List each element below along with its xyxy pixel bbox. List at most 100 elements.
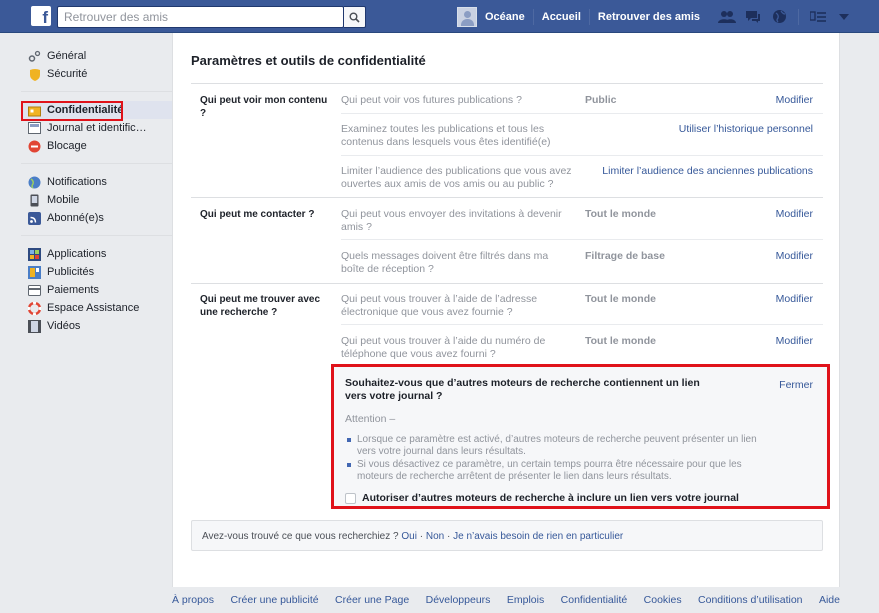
feedback-no-link[interactable]: Non xyxy=(426,531,444,542)
edit-future-posts-link[interactable]: Modifier xyxy=(776,94,813,106)
row-divider xyxy=(341,155,823,156)
divider xyxy=(191,283,823,284)
sidebar-item-label: Espace Assistance xyxy=(47,302,140,314)
setting-question: Quels messages doivent être filtrés dans… xyxy=(341,250,549,275)
setting-value: Public xyxy=(585,94,617,106)
sidebar-item-label: Publicités xyxy=(47,266,95,278)
activity-log-link[interactable]: Utiliser l’historique personnel xyxy=(679,123,813,135)
sidebar-item-timeline[interactable]: Journal et identific… xyxy=(21,119,172,137)
sidebar-item-security[interactable]: Sécurité xyxy=(21,65,172,83)
setting-question: Examinez toutes les publications et tous… xyxy=(341,123,551,148)
messages-icon[interactable] xyxy=(740,0,766,33)
sidebar-group-notifications: Notifications Mobile Abonné(e)s xyxy=(21,173,172,236)
limit-past-posts-link[interactable]: Limiter l’audience des anciennes publica… xyxy=(602,165,813,177)
edit-email-lookup-link[interactable]: Modifier xyxy=(776,293,813,305)
sidebar-item-mobile[interactable]: Mobile xyxy=(21,191,172,209)
nav-divider xyxy=(798,8,799,25)
sidebar-group-account: Général Sécurité xyxy=(21,47,172,92)
close-link[interactable]: Fermer xyxy=(779,379,813,391)
find-friends-link[interactable]: Retrouver des amis xyxy=(590,11,708,23)
separator: · xyxy=(419,531,424,542)
sidebar-item-support-inbox[interactable]: Espace Assistance xyxy=(21,299,172,317)
film-icon xyxy=(28,319,41,333)
account-menu-chevron-down-icon[interactable] xyxy=(831,0,857,33)
footer-link-create-ad[interactable]: Créer une publicité xyxy=(230,594,318,606)
footer-link-developers[interactable]: Développeurs xyxy=(426,594,491,606)
privacy-shortcuts-icon[interactable] xyxy=(805,0,831,33)
sidebar-item-followers[interactable]: Abonné(e)s xyxy=(21,209,172,227)
warning-list: Lorsque ce paramètre est activé, d’autre… xyxy=(345,434,765,484)
footer-links: À propos Créer une publicité Créer une P… xyxy=(172,594,840,606)
setting-question: Limiter l’audience des publications que … xyxy=(341,165,572,190)
active-item-highlight xyxy=(21,101,123,121)
setting-value: Tout le monde xyxy=(585,293,656,305)
home-link[interactable]: Accueil xyxy=(534,11,589,23)
friend-requests-icon[interactable] xyxy=(714,0,740,33)
profile-avatar[interactable] xyxy=(457,6,477,27)
feedback-yes-link[interactable]: Oui xyxy=(401,531,417,542)
divider xyxy=(191,197,823,198)
notifications-globe-icon[interactable] xyxy=(766,0,792,33)
feedback-bar: Avez-vous trouvé ce que vous recherchiez… xyxy=(191,520,823,551)
sidebar-item-label: Abonné(e)s xyxy=(47,212,104,224)
setting-value: Tout le monde xyxy=(585,335,656,347)
sidebar-item-label: Journal et identific… xyxy=(47,122,147,134)
edit-message-filtering-link[interactable]: Modifier xyxy=(776,250,813,262)
sidebar-item-notifications[interactable]: Notifications xyxy=(21,173,172,191)
sidebar-item-label: Général xyxy=(47,50,87,62)
feedback-nothing-link[interactable]: Je n’avais besoin de rien en particulier xyxy=(453,531,623,542)
footer-link-privacy[interactable]: Confidentialité xyxy=(561,594,628,606)
row-divider xyxy=(341,113,823,114)
footer-link-create-page[interactable]: Créer une Page xyxy=(335,594,409,606)
sidebar-item-videos[interactable]: Vidéos xyxy=(21,317,172,335)
list-item: Si vous désactivez ce paramètre, un cert… xyxy=(345,459,765,483)
footer-link-careers[interactable]: Emplois xyxy=(507,594,544,606)
setting-question: Qui peut voir vos futures publications ? xyxy=(341,94,522,106)
card-icon xyxy=(28,284,41,297)
section-label-content: Qui peut voir mon contenu ? xyxy=(200,95,328,119)
setting-question: Qui peut vous trouver à l’aide du numéro… xyxy=(341,335,546,360)
search-icon xyxy=(349,12,360,23)
row-divider xyxy=(341,239,823,240)
gears-icon xyxy=(28,50,41,63)
checkbox-label[interactable]: Autoriser d’autres moteurs de recherche … xyxy=(362,492,739,504)
footer-link-about[interactable]: À propos xyxy=(172,594,214,606)
facebook-logo-icon[interactable]: f xyxy=(31,6,51,26)
section-label-lookup: Qui peut me trouver avec une recherche ? xyxy=(200,294,321,318)
edit-phone-lookup-link[interactable]: Modifier xyxy=(776,335,813,347)
attention-label: Attention – xyxy=(345,413,396,425)
block-icon xyxy=(28,140,41,153)
sidebar-item-label: Sécurité xyxy=(47,68,88,80)
shield-icon xyxy=(28,68,41,81)
list-item: Lorsque ce paramètre est activé, d’autre… xyxy=(345,434,765,458)
edit-friend-requests-link[interactable]: Modifier xyxy=(776,208,813,220)
top-navigation-bar: f Retrouver des amis Océane Accueil Retr… xyxy=(0,0,879,33)
footer-link-terms[interactable]: Conditions d’utilisation xyxy=(698,594,802,606)
top-nav-right: Océane Accueil Retrouver des amis xyxy=(457,0,857,33)
footer-link-help[interactable]: Aide xyxy=(819,594,840,606)
ads-icon xyxy=(28,265,41,279)
sidebar-item-general[interactable]: Général xyxy=(21,47,172,65)
sidebar-item-label: Vidéos xyxy=(47,320,81,332)
footer-link-cookies[interactable]: Cookies xyxy=(644,594,682,606)
settings-sidebar: Général Sécurité Confidentialité Journal… xyxy=(21,47,172,352)
sidebar-item-label: Applications xyxy=(47,248,107,260)
section-label-contact: Qui peut me contacter ? xyxy=(200,209,315,220)
search-engine-checkbox-row[interactable]: Autoriser d’autres moteurs de recherche … xyxy=(345,492,739,504)
allow-search-engines-checkbox[interactable] xyxy=(345,492,356,504)
search-input[interactable]: Retrouver des amis xyxy=(57,6,344,28)
sidebar-item-apps[interactable]: Applications xyxy=(21,245,172,263)
sidebar-item-ads[interactable]: Publicités xyxy=(21,263,172,281)
sidebar-item-label: Notifications xyxy=(47,176,107,188)
sidebar-item-payments[interactable]: Paiements xyxy=(21,281,172,299)
search-engine-setting-panel: Souhaitez-vous que d’autres moteurs de r… xyxy=(331,364,830,509)
privacy-settings-panel: Paramètres et outils de confidentialité … xyxy=(172,33,840,587)
sidebar-item-blocking[interactable]: Blocage xyxy=(21,137,172,155)
setting-question: Qui peut vous trouver à l’aide de l’adre… xyxy=(341,293,538,318)
mobile-icon xyxy=(28,194,41,207)
setting-value: Filtrage de base xyxy=(585,250,665,262)
profile-link[interactable]: Océane xyxy=(477,11,533,23)
sidebar-item-label: Blocage xyxy=(47,140,87,152)
search-button[interactable] xyxy=(344,6,366,28)
search-engine-question: Souhaitez-vous que d’autres moteurs de r… xyxy=(345,377,700,402)
